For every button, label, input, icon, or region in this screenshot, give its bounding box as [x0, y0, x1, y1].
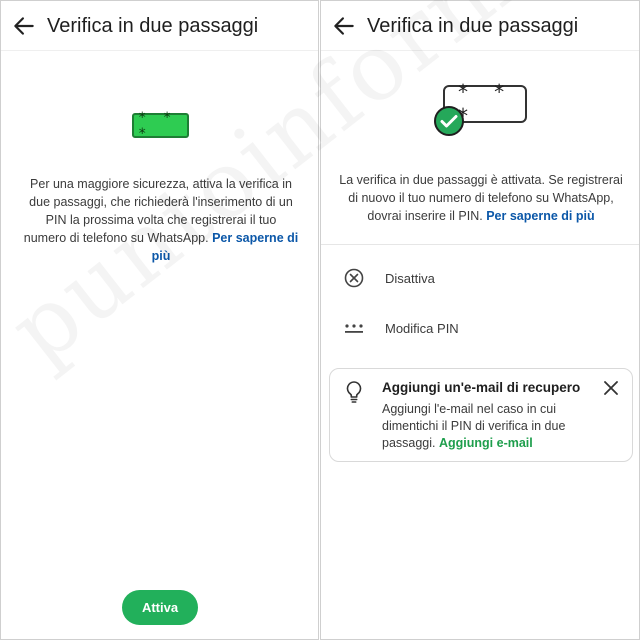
lightbulb-icon	[346, 381, 362, 403]
right-screen: Verifica in due passaggi * * * La verifi…	[320, 0, 640, 640]
description-text: La verifica in due passaggi è attivata. …	[335, 171, 627, 225]
divider	[321, 244, 639, 245]
app-bar: Verifica in due passaggi	[1, 1, 318, 51]
recovery-card-title: Aggiungi un'e-mail di recupero	[382, 380, 581, 395]
disable-option[interactable]: Disattiva	[321, 258, 639, 298]
page-title: Verifica in due passaggi	[47, 15, 259, 37]
pin-illustration-icon: * * *	[132, 110, 189, 142]
recovery-email-card: Aggiungi un'e-mail di recupero Aggiungi …	[329, 368, 633, 462]
add-email-link[interactable]: Aggiungi e-mail	[439, 436, 533, 450]
modify-pin-option[interactable]: Modifica PIN	[321, 308, 639, 348]
recovery-card-body: Aggiungi l'e-mail nel caso in cui diment…	[382, 401, 592, 452]
circle-x-icon	[344, 268, 364, 288]
pin-dots-icon	[345, 324, 363, 333]
back-arrow-icon[interactable]	[331, 13, 357, 39]
left-screen: Verifica in due passaggi * * * Per una m…	[0, 0, 319, 640]
back-arrow-icon[interactable]	[11, 13, 37, 39]
check-circle-icon	[434, 106, 464, 136]
app-bar: Verifica in due passaggi	[321, 1, 639, 51]
disable-label: Disattiva	[385, 271, 435, 286]
close-icon[interactable]	[602, 379, 620, 397]
activate-button[interactable]: Attiva	[122, 590, 198, 625]
modify-pin-label: Modifica PIN	[385, 321, 459, 336]
learn-more-link[interactable]: Per saperne di più	[486, 209, 594, 223]
description-text: Per una maggiore sicurezza, attiva la ve…	[23, 175, 299, 265]
pin-enabled-illustration: * * *	[433, 80, 529, 137]
page-title: Verifica in due passaggi	[367, 15, 579, 37]
